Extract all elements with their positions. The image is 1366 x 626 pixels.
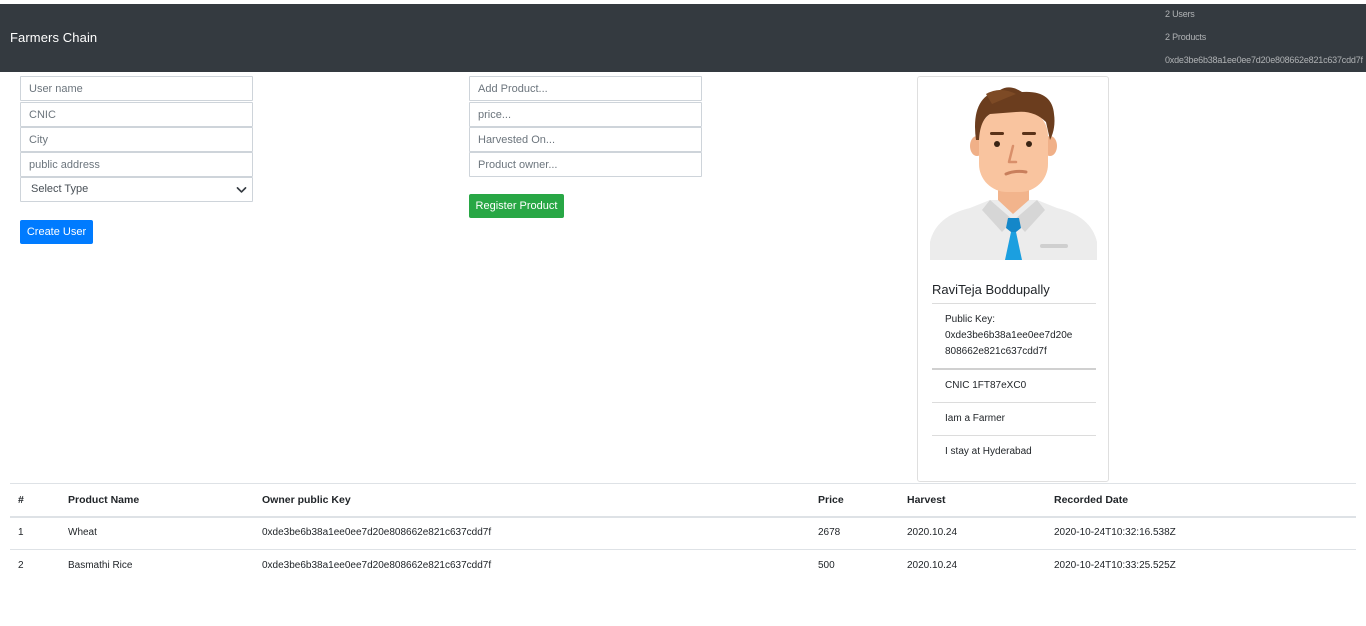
public-key-line-1: 0xde3be6b38a1ee0ee7d20e bbox=[945, 330, 1073, 341]
cell-recorded-date: 2020-10-24T10:33:25.525Z bbox=[1054, 560, 1176, 571]
table-border bbox=[10, 549, 1356, 550]
price-input[interactable] bbox=[469, 102, 702, 127]
cnic-input[interactable] bbox=[20, 102, 253, 127]
cell-product-name: Wheat bbox=[68, 527, 97, 538]
product-name-input[interactable] bbox=[469, 76, 702, 101]
navbar: Farmers Chain 2 Users 2 Products 0xde3be… bbox=[0, 4, 1366, 72]
cell-owner-key: 0xde3be6b38a1ee0ee7d20e808662e821c637cdd… bbox=[262, 560, 492, 571]
profile-role: Iam a Farmer bbox=[945, 413, 1006, 424]
header-price: Price bbox=[818, 494, 844, 506]
cell-owner-key: 0xde3be6b38a1ee0ee7d20e808662e821c637cdd… bbox=[262, 527, 492, 538]
profile-cnic: CNIC 1FT87eXC0 bbox=[945, 380, 1027, 391]
divider bbox=[932, 303, 1096, 304]
user-type-select[interactable]: Select Type bbox=[20, 177, 253, 202]
product-owner-input[interactable] bbox=[469, 152, 702, 177]
cell-index: 2 bbox=[18, 560, 24, 571]
header-product-name: Product Name bbox=[68, 494, 140, 506]
user-count: 2 Users bbox=[1165, 9, 1195, 19]
public-address-input[interactable] bbox=[20, 152, 253, 177]
profile-name: RaviTeja Boddupally bbox=[932, 282, 1050, 297]
register-product-button[interactable]: Register Product bbox=[469, 194, 564, 218]
chevron-down-icon bbox=[236, 187, 247, 193]
cell-harvest: 2020.10.24 bbox=[907, 560, 958, 571]
cell-recorded-date: 2020-10-24T10:32:16.538Z bbox=[1054, 527, 1176, 538]
profile-location: I stay at Hyderabad bbox=[945, 446, 1032, 457]
public-key-label: Public Key: bbox=[945, 314, 996, 325]
table-border bbox=[10, 516, 1356, 518]
cell-product-name: Basmathi Rice bbox=[68, 560, 133, 571]
city-input[interactable] bbox=[20, 127, 253, 152]
header-index: # bbox=[18, 494, 24, 506]
divider bbox=[932, 435, 1096, 436]
header-harvest: Harvest bbox=[907, 494, 946, 506]
user-type-selected: Select Type bbox=[31, 183, 89, 195]
product-count: 2 Products bbox=[1165, 32, 1207, 42]
create-user-button[interactable]: Create User bbox=[20, 220, 93, 244]
public-key-line-2: 808662e821c637cdd7f bbox=[945, 346, 1047, 357]
header-recorded-date: Recorded Date bbox=[1054, 494, 1129, 506]
man-avatar-icon bbox=[930, 87, 1097, 260]
cell-price: 500 bbox=[818, 560, 835, 571]
divider bbox=[932, 402, 1096, 403]
table-border bbox=[10, 483, 1356, 484]
profile-card: RaviTeja Boddupally Public Key: 0xde3be6… bbox=[917, 76, 1109, 482]
cell-index: 1 bbox=[18, 527, 24, 538]
header-owner-key: Owner public Key bbox=[262, 494, 351, 506]
username-input[interactable] bbox=[20, 76, 253, 101]
harvested-on-input[interactable] bbox=[469, 127, 702, 152]
divider bbox=[932, 368, 1096, 370]
brand-title[interactable]: Farmers Chain bbox=[10, 30, 97, 45]
cell-harvest: 2020.10.24 bbox=[907, 527, 958, 538]
cell-price: 2678 bbox=[818, 527, 841, 538]
account-address: 0xde3be6b38a1ee0ee7d20e808662e821c637cdd… bbox=[1165, 55, 1363, 65]
